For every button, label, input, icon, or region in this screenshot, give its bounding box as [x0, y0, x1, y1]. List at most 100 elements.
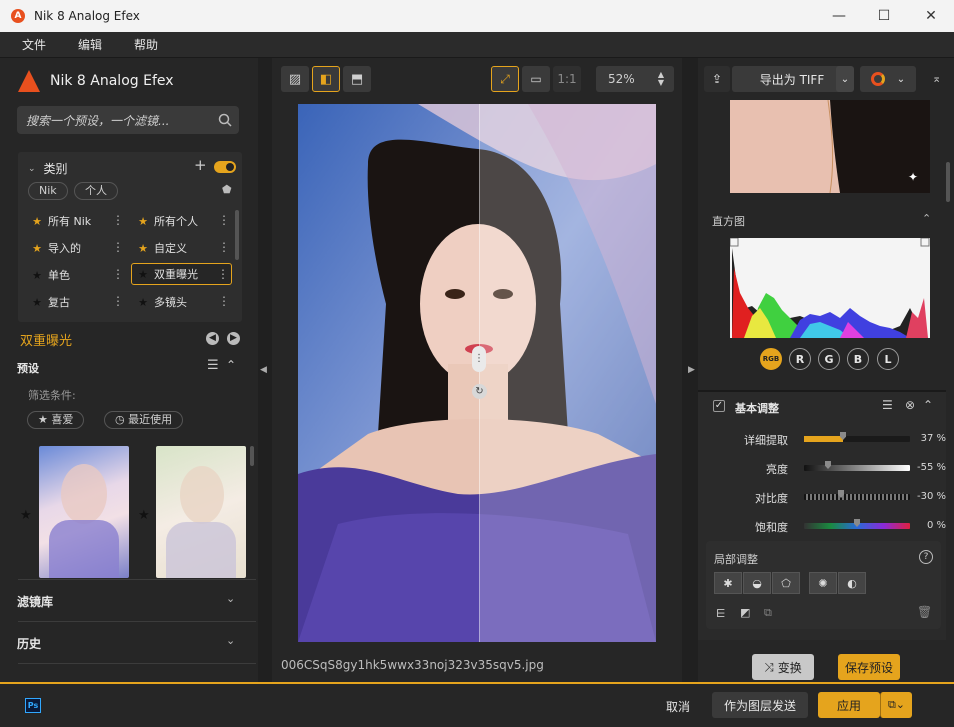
more-icon[interactable]: ⋮: [217, 267, 229, 281]
split-handle[interactable]: ⋮: [472, 346, 486, 372]
search-input[interactable]: 搜索一个预设，一个滤镜...: [17, 106, 239, 134]
fit-screen-button[interactable]: ⤢: [491, 66, 519, 92]
pin-icon[interactable]: ✦: [908, 170, 918, 184]
delete-icon[interactable]: 🗑: [917, 605, 932, 619]
channel-rgb-button[interactable]: RGB: [760, 348, 782, 370]
favorite-filter-button[interactable]: ★ 喜爱: [27, 411, 85, 429]
category-item[interactable]: ★ 多镜头 ⋮: [132, 291, 232, 313]
menu-file[interactable]: 文件: [22, 36, 46, 53]
lasso-button[interactable]: ⬠: [772, 572, 800, 594]
side-by-side-button[interactable]: ⬒: [343, 66, 371, 92]
list-view-icon[interactable]: ☰: [207, 358, 219, 373]
apply-button[interactable]: 应用: [818, 692, 880, 718]
favorite-star-icon[interactable]: ★: [20, 508, 32, 523]
more-icon[interactable]: ⋮: [218, 294, 230, 308]
maximize-button[interactable]: ☐: [861, 0, 907, 32]
preset-thumbnail[interactable]: [39, 446, 129, 578]
slider-fill: [804, 436, 844, 442]
cancel-button[interactable]: 取消: [666, 698, 690, 715]
next-icon[interactable]: ▶: [227, 332, 240, 345]
presets-scrollbar[interactable]: [250, 446, 254, 466]
collapse-panel-icon[interactable]: ⌅: [932, 72, 941, 85]
category-item[interactable]: ★ 导入的 ⋮: [26, 237, 126, 259]
filters-section[interactable]: 滤镜库: [17, 593, 53, 610]
reset-icon[interactable]: ⊗: [905, 398, 915, 412]
copy-icon[interactable]: ⧉: [764, 606, 772, 620]
chevron-up-icon[interactable]: ⌃: [226, 358, 236, 372]
chevron-up-icon[interactable]: ⌃: [922, 212, 931, 225]
add-icon[interactable]: +: [194, 156, 207, 174]
minimize-button[interactable]: —: [816, 0, 862, 32]
brightness-slider[interactable]: [804, 465, 910, 471]
category-item[interactable]: ★ 自定义 ⋮: [132, 237, 232, 259]
category-item[interactable]: ★ 复古 ⋮: [26, 291, 126, 313]
favorite-star-icon[interactable]: ★: [138, 508, 150, 523]
brand-name: Nik 8 Analog Efex: [50, 73, 174, 89]
chevron-up-icon[interactable]: ⌃: [923, 398, 933, 412]
category-item[interactable]: ★ 单色 ⋮: [26, 264, 126, 286]
chip-nik[interactable]: Nik: [28, 182, 68, 200]
menu-help[interactable]: 帮助: [134, 36, 158, 53]
chip-personal[interactable]: 个人: [74, 182, 118, 200]
gradient-button[interactable]: ◒: [743, 572, 771, 594]
collapse-right-icon[interactable]: ▶: [688, 365, 695, 375]
channel-r-button[interactable]: R: [789, 348, 811, 370]
more-icon[interactable]: ⋮: [112, 267, 124, 281]
export-button[interactable]: 导出为 TIFF: [732, 66, 852, 92]
save-preset-button[interactable]: 保存预设: [838, 654, 900, 680]
recent-filter-button[interactable]: ◷ 最近使用: [104, 411, 184, 429]
fill-screen-button[interactable]: ▭: [522, 66, 550, 92]
menu-edit[interactable]: 编辑: [78, 36, 102, 53]
ratio-button[interactable]: 1:1: [553, 66, 581, 92]
preview-image[interactable]: ⋮ ↻: [298, 104, 656, 642]
more-icon[interactable]: ⋮: [218, 240, 230, 254]
split-line[interactable]: [479, 104, 480, 642]
category-toggle[interactable]: [214, 161, 236, 173]
ellipse-button[interactable]: ◐: [838, 572, 866, 594]
control-point-button[interactable]: ✱: [714, 572, 742, 594]
pin-icon[interactable]: ⬟: [222, 183, 232, 196]
history-section[interactable]: 历史: [17, 635, 41, 652]
channel-l-button[interactable]: L: [877, 348, 899, 370]
more-icon[interactable]: ⋮: [112, 213, 124, 227]
single-view-button[interactable]: ▨: [281, 66, 309, 92]
category-item[interactable]: ★ 所有个人 ⋮: [132, 210, 232, 232]
send-as-layer-button[interactable]: 作为图层发送: [712, 692, 808, 718]
category-header[interactable]: ⌄ 类别: [28, 160, 68, 177]
more-icon[interactable]: ⋮: [112, 294, 124, 308]
apply-options-button[interactable]: ⧉⌄: [880, 692, 912, 718]
category-item-selected[interactable]: ★ 双重曝光 ⋮: [131, 263, 232, 285]
slider-value: 0 %: [926, 520, 946, 531]
swap-button[interactable]: ⤨ 变换: [752, 654, 814, 680]
zoom-value: 52%: [608, 72, 635, 86]
star-icon: ★: [32, 241, 42, 255]
channel-g-button[interactable]: G: [818, 348, 840, 370]
collapse-left-icon[interactable]: ◀: [260, 365, 267, 375]
list-view-icon[interactable]: ☰: [882, 398, 893, 412]
contrast-slider[interactable]: [804, 494, 910, 500]
more-icon[interactable]: ⋮: [218, 213, 230, 227]
more-icon[interactable]: ⋮: [112, 240, 124, 254]
export-dropdown[interactable]: ⌄: [836, 66, 854, 92]
loupe-button[interactable]: ⌄: [860, 66, 916, 92]
help-icon[interactable]: ?: [919, 550, 933, 564]
category-scrollbar[interactable]: [235, 210, 239, 260]
close-button[interactable]: ✕: [908, 0, 954, 32]
preset-thumbnail[interactable]: [156, 446, 246, 578]
right-scrollbar[interactable]: [946, 162, 950, 202]
share-button[interactable]: ⇪: [704, 66, 730, 92]
brush-button[interactable]: ✺: [809, 572, 837, 594]
detail-slider[interactable]: [804, 436, 910, 442]
previous-icon[interactable]: ◀: [206, 332, 219, 345]
zoom-select[interactable]: 52% ▲ ▼: [596, 66, 674, 92]
category-item[interactable]: ★ 所有 Nik ⋮: [26, 210, 126, 232]
layers-icon[interactable]: ⋿: [716, 607, 726, 620]
mask-icon[interactable]: ◩: [740, 606, 750, 619]
search-icon[interactable]: [218, 113, 232, 127]
chevron-down-icon[interactable]: ⌄: [226, 634, 235, 647]
chevron-down-icon[interactable]: ⌄: [226, 592, 235, 605]
basic-adjust-checkbox[interactable]: ✓: [713, 400, 725, 412]
split-view-button[interactable]: ◧: [312, 66, 340, 92]
channel-b-button[interactable]: B: [847, 348, 869, 370]
swap-icon[interactable]: ↻: [472, 384, 487, 399]
